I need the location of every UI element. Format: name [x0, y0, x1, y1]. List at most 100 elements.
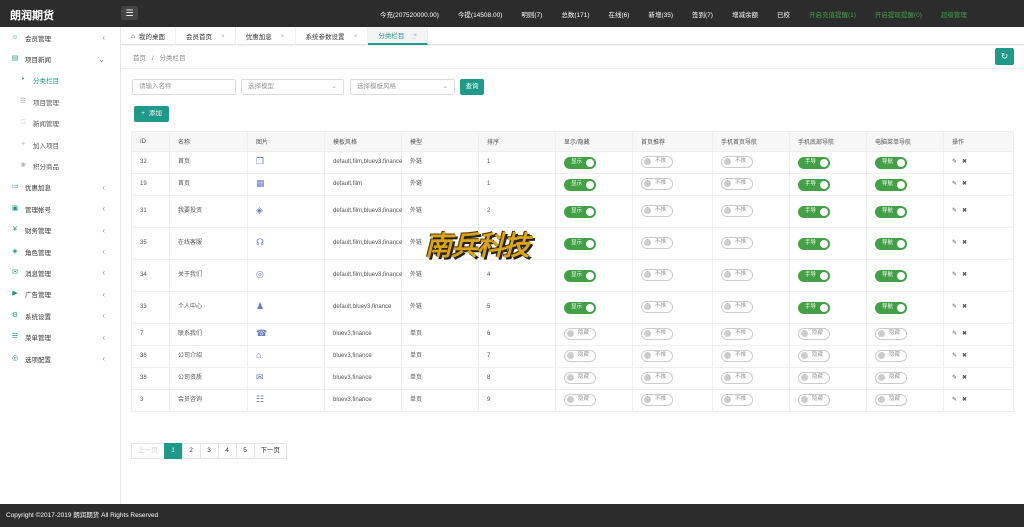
- sidebar-item[interactable]: ☺ 会员管理 ‹: [0, 27, 120, 48]
- home-recommend-toggle[interactable]: 不推: [641, 300, 674, 313]
- sidebar-item[interactable]: ◎ 选项配置 ‹: [0, 348, 120, 369]
- stat-balance[interactable]: 增减余额: [732, 9, 758, 19]
- display-toggle[interactable]: 显示: [564, 301, 597, 314]
- delete-icon[interactable]: ✖: [962, 272, 967, 278]
- refresh-button[interactable]: ↻: [995, 48, 1014, 65]
- mobile-home-nav-toggle[interactable]: 不推: [721, 204, 754, 217]
- page-3-button[interactable]: 3: [199, 443, 219, 459]
- mobile-home-nav-toggle[interactable]: 不推: [721, 371, 754, 384]
- display-toggle[interactable]: 显示: [564, 205, 597, 218]
- stat-total[interactable]: 总数(171): [561, 9, 589, 19]
- stat-online[interactable]: 在线(6): [609, 9, 630, 19]
- sidebar-item[interactable]: ¥ 财务管理 ‹: [0, 220, 120, 241]
- page-4-button[interactable]: 4: [217, 443, 237, 459]
- home-recommend-toggle[interactable]: 不推: [641, 204, 674, 217]
- delete-icon[interactable]: ✖: [962, 208, 967, 214]
- delete-icon[interactable]: ✖: [962, 397, 967, 403]
- recharge-alert-toggle[interactable]: 开启充值提醒(1): [809, 9, 856, 19]
- search-button[interactable]: 查询: [460, 79, 484, 95]
- prev-page-button[interactable]: 上一页: [131, 443, 165, 459]
- pc-menu-nav-toggle[interactable]: 导航: [875, 205, 908, 218]
- mobile-bottom-nav-toggle[interactable]: 隐藏: [798, 349, 831, 362]
- menu-toggle-button[interactable]: ☰: [121, 6, 138, 20]
- mobile-home-nav-toggle[interactable]: 不推: [721, 393, 754, 406]
- edit-icon[interactable]: ✎: [952, 353, 957, 359]
- pc-menu-nav-toggle[interactable]: 导航: [875, 156, 908, 169]
- model-select[interactable]: 选择模型 ⌄: [241, 79, 344, 95]
- sidebar-item[interactable]: ⚙ 系统设置 ‹: [0, 305, 120, 326]
- edit-icon[interactable]: ✎: [952, 272, 957, 278]
- stat-new[interactable]: 新增(35): [648, 9, 673, 19]
- close-icon[interactable]: ×: [354, 33, 358, 40]
- home-recommend-toggle[interactable]: 不推: [641, 349, 674, 362]
- mobile-bottom-nav-toggle[interactable]: 隐藏: [798, 393, 831, 406]
- tab-category[interactable]: 分类栏目 ×: [368, 27, 429, 45]
- admin-user-menu[interactable]: 超级管理: [941, 9, 967, 19]
- delete-icon[interactable]: ✖: [962, 304, 967, 310]
- home-recommend-toggle[interactable]: 不推: [641, 177, 674, 190]
- home-recommend-toggle[interactable]: 不推: [641, 236, 674, 249]
- sidebar-item[interactable]: ▭ 优惠加息 ‹: [0, 177, 120, 198]
- edit-icon[interactable]: ✎: [952, 208, 957, 214]
- stat-signin[interactable]: 签到(7): [692, 9, 713, 19]
- sidebar-item[interactable]: □ 新闻管理: [0, 113, 120, 134]
- mobile-bottom-nav-toggle[interactable]: 手导: [798, 178, 831, 191]
- pc-menu-nav-toggle[interactable]: 隐藏: [875, 371, 908, 384]
- next-page-button[interactable]: 下一页: [253, 443, 287, 459]
- mobile-bottom-nav-toggle[interactable]: 手导: [798, 205, 831, 218]
- close-icon[interactable]: ×: [221, 33, 225, 40]
- edit-icon[interactable]: ✎: [952, 375, 957, 381]
- mobile-home-nav-toggle[interactable]: 不推: [721, 268, 754, 281]
- mobile-home-nav-toggle[interactable]: 不推: [721, 300, 754, 313]
- mobile-home-nav-toggle[interactable]: 不推: [721, 327, 754, 340]
- home-recommend-toggle[interactable]: 不推: [641, 393, 674, 406]
- delete-icon[interactable]: ✖: [962, 353, 967, 359]
- pc-menu-nav-toggle[interactable]: 导航: [875, 178, 908, 191]
- display-toggle[interactable]: 显示: [564, 269, 597, 282]
- sidebar-item[interactable]: ◈ 角色管理 ‹: [0, 241, 120, 262]
- edit-icon[interactable]: ✎: [952, 240, 957, 246]
- sidebar-item[interactable]: ▣ 管理帐号 ‹: [0, 198, 120, 219]
- breadcrumb-home[interactable]: 首页: [133, 55, 146, 62]
- sidebar-item[interactable]: ☰ 菜单管理 ‹: [0, 326, 120, 347]
- display-toggle[interactable]: 隐藏: [564, 393, 597, 406]
- mobile-home-nav-toggle[interactable]: 不推: [721, 236, 754, 249]
- edit-icon[interactable]: ✎: [952, 304, 957, 310]
- withdraw-alert-toggle[interactable]: 开启提现提醒(0): [875, 9, 922, 19]
- page-2-button[interactable]: 2: [181, 443, 201, 459]
- mobile-bottom-nav-toggle[interactable]: 手导: [798, 301, 831, 314]
- mobile-home-nav-toggle[interactable]: 不推: [721, 177, 754, 190]
- delete-icon[interactable]: ✖: [962, 181, 967, 187]
- display-toggle[interactable]: 隐藏: [564, 349, 597, 362]
- sidebar-item[interactable]: ▤ 项目新闻 ⌄: [0, 48, 120, 69]
- mobile-bottom-nav-toggle[interactable]: 手导: [798, 269, 831, 282]
- display-toggle[interactable]: 显示: [564, 156, 597, 169]
- stat-detail[interactable]: 明则(7): [521, 9, 542, 19]
- mobile-home-nav-toggle[interactable]: 不推: [721, 349, 754, 362]
- mobile-bottom-nav-toggle[interactable]: 隐藏: [798, 327, 831, 340]
- mobile-bottom-nav-toggle[interactable]: 手导: [798, 237, 831, 250]
- tab-member-home[interactable]: 会员首页 ×: [176, 27, 236, 45]
- home-recommend-toggle[interactable]: 不推: [641, 371, 674, 384]
- pc-menu-nav-toggle[interactable]: 导航: [875, 237, 908, 250]
- style-select[interactable]: 选择模板风格 ⌄: [350, 79, 455, 95]
- mobile-bottom-nav-toggle[interactable]: 隐藏: [798, 371, 831, 384]
- tab-my-desktop[interactable]: ⌂ 我的桌面: [121, 27, 176, 45]
- edit-icon[interactable]: ✎: [952, 181, 957, 187]
- tab-system-params[interactable]: 系统参数设置 ×: [296, 27, 369, 45]
- tab-discount[interactable]: 优惠加息 ×: [236, 27, 296, 45]
- display-toggle[interactable]: 显示: [564, 178, 597, 191]
- edit-icon[interactable]: ✎: [952, 159, 957, 165]
- display-toggle[interactable]: 隐藏: [564, 327, 597, 340]
- name-search-input[interactable]: 请输入名称: [132, 79, 236, 95]
- display-toggle[interactable]: 隐藏: [564, 371, 597, 384]
- add-button[interactable]: + 添加: [134, 106, 169, 122]
- mobile-bottom-nav-toggle[interactable]: 手导: [798, 156, 831, 169]
- close-icon[interactable]: ×: [413, 32, 417, 39]
- edit-icon[interactable]: ✎: [952, 331, 957, 337]
- pc-menu-nav-toggle[interactable]: 隐藏: [875, 327, 908, 340]
- sidebar-item[interactable]: ✉ 消息管理 ‹: [0, 262, 120, 283]
- delete-icon[interactable]: ✖: [962, 159, 967, 165]
- sidebar-item[interactable]: + 加入项目: [0, 134, 120, 155]
- close-icon[interactable]: ×: [281, 33, 285, 40]
